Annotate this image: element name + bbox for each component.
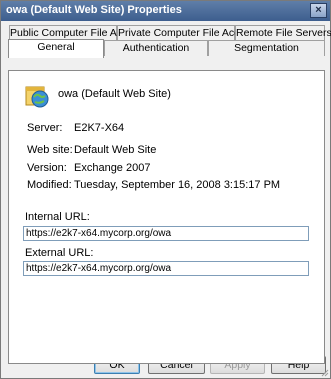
web-site-icon	[25, 86, 49, 108]
modified-value: Tuesday, September 16, 2008 3:15:17 PM	[74, 179, 281, 191]
tab-authentication[interactable]: Authentication	[104, 40, 208, 56]
external-url-label: External URL:	[25, 247, 94, 259]
properties-dialog: owa (Default Web Site) Properties × Publ…	[0, 0, 331, 379]
site-name: owa (Default Web Site)	[58, 88, 171, 100]
resize-grip-icon[interactable]	[319, 367, 329, 377]
web-site-label: Web site:	[27, 144, 73, 156]
tab-segmentation[interactable]: Segmentation	[208, 40, 325, 56]
internal-url-label: Internal URL:	[25, 211, 90, 223]
tab-private-computer-file-access[interactable]: Private Computer File Access	[117, 25, 256, 41]
server-label: Server:	[27, 122, 63, 134]
general-tab-panel: owa (Default Web Site) Server: E2K7-X64 …	[8, 70, 325, 364]
version-value: Exchange 2007	[74, 162, 151, 174]
close-icon: ×	[315, 4, 322, 16]
server-value: E2K7-X64	[74, 122, 125, 134]
tab-general[interactable]: General	[8, 39, 104, 58]
web-site-value: Default Web Site	[74, 144, 157, 156]
modified-label: Modified:	[27, 179, 72, 191]
window-title: owa (Default Web Site) Properties	[6, 4, 182, 16]
close-button[interactable]: ×	[310, 3, 327, 18]
tab-remote-file-servers[interactable]: Remote File Servers	[235, 25, 331, 41]
external-url-input[interactable]	[23, 261, 309, 276]
title-bar[interactable]: owa (Default Web Site) Properties ×	[1, 1, 330, 21]
internal-url-input[interactable]	[23, 226, 309, 241]
version-label: Version:	[27, 162, 67, 174]
dialog-client: Public Computer File Access Private Comp…	[1, 21, 331, 378]
